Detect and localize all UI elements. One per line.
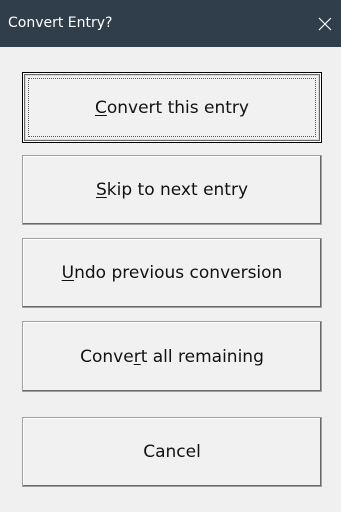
close-icon[interactable] [314,13,336,35]
button-label: Skip to next entry [95,180,249,200]
convert-this-entry-button[interactable]: Convert this entry [22,72,322,143]
window-title: Convert Entry? [8,15,113,31]
button-label: Convert this entry [94,97,249,118]
convert-all-remaining-button[interactable]: Convert all remaining [22,321,322,392]
cancel-button[interactable]: Cancel [22,417,322,487]
button-label: Cancel [143,442,201,462]
button-label: Undo previous conversion [61,263,283,283]
button-label: Convert all remaining [80,346,264,367]
undo-previous-conversion-button[interactable]: Undo previous conversion [22,238,322,308]
skip-to-next-entry-button[interactable]: Skip to next entry [22,155,322,225]
title-bar: Convert Entry? [0,0,341,47]
